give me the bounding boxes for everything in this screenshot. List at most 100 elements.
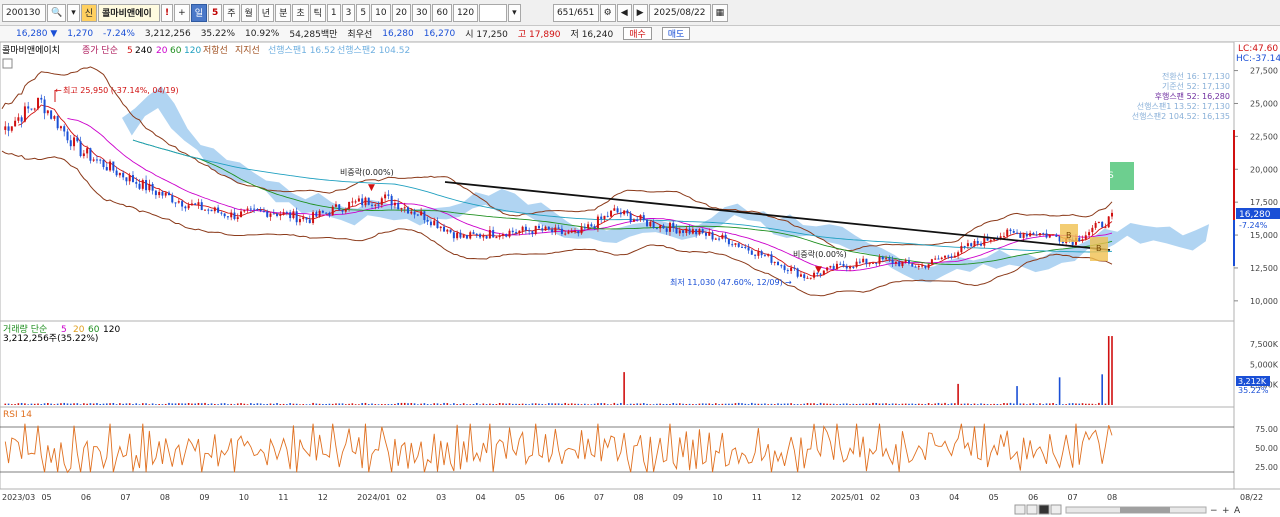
chart-options-icon[interactable]: ⚙	[599, 3, 616, 22]
volume-bar	[20, 402, 23, 405]
period-num[interactable]: 5	[207, 3, 223, 22]
interval-60[interactable]: 60	[432, 3, 452, 22]
interval-10[interactable]: 10	[371, 3, 391, 22]
custom-interval-input[interactable]	[479, 3, 508, 22]
candle-body	[213, 207, 216, 212]
volume-bar	[191, 403, 193, 405]
grid-toggle-icon[interactable]	[2, 58, 13, 69]
volume-bar	[47, 402, 49, 405]
period-month[interactable]: 월	[240, 3, 257, 22]
period-week[interactable]: 주	[223, 3, 240, 22]
candle-body	[240, 211, 243, 218]
candle-body	[757, 251, 760, 256]
data-count[interactable]: 651/651	[552, 3, 599, 22]
price-y-axis: 27,500 25,000 22,500 20,000 17,500 15,000 12,5…	[1234, 67, 1278, 306]
volume-bar	[459, 404, 462, 405]
interval-dropdown-icon[interactable]: ▾	[508, 3, 521, 22]
volume-bar	[233, 404, 236, 405]
candle-body	[521, 226, 524, 231]
candle-body	[272, 213, 275, 215]
candle-body	[279, 214, 282, 216]
volume-bar	[236, 403, 239, 405]
ma-120: 120	[184, 46, 201, 56]
alert-button[interactable]: !	[161, 3, 174, 22]
volume-bar	[210, 403, 213, 405]
volume-bar	[220, 403, 223, 405]
candle-body	[158, 191, 161, 196]
buy-button[interactable]: 매수	[623, 27, 652, 40]
volume-bar	[187, 403, 190, 405]
volume-bar	[86, 403, 88, 405]
calendar-icon[interactable]: ▦	[711, 3, 729, 22]
auto-scale-icon[interactable]: A	[1234, 506, 1241, 516]
add-button[interactable]: +	[174, 3, 190, 22]
interval-20[interactable]: 20	[391, 3, 412, 22]
volume-bar	[849, 404, 851, 405]
candle-body	[384, 194, 387, 199]
candle-body	[204, 209, 207, 211]
price-y-tick-label: 25,000	[1250, 99, 1278, 108]
volume-bar	[1035, 404, 1038, 405]
volume-bar	[688, 403, 691, 405]
zoom-in-icon[interactable]: +	[1222, 506, 1230, 516]
candle-body	[46, 110, 49, 114]
period-tick[interactable]: 틱	[309, 3, 326, 22]
candle-body	[698, 229, 701, 235]
candle-body	[449, 229, 452, 233]
stock-name[interactable]: 콜마비앤에이	[98, 3, 161, 22]
volume-bar	[541, 403, 544, 405]
interval-30[interactable]: 30	[412, 3, 432, 22]
zoom-out-icon[interactable]: −	[1210, 506, 1218, 516]
stock-chart[interactable]: 콜마비앤에이치 종가 단순 5 240 20 60 120 저항선 지지선 선행…	[0, 42, 1280, 517]
interval-3[interactable]: 3	[341, 3, 356, 22]
period-minute[interactable]: 분	[275, 3, 292, 22]
volume-bar	[1026, 404, 1028, 405]
candle-body	[531, 231, 534, 235]
volume-bar	[656, 403, 658, 405]
stop-icon[interactable]	[1038, 504, 1050, 515]
volume-bar	[708, 403, 711, 405]
scrollbar-thumb[interactable]	[1120, 507, 1170, 513]
interval-120[interactable]: 120	[452, 3, 479, 22]
candle-body	[105, 167, 108, 171]
dropdown-icon[interactable]: ▾	[67, 3, 80, 22]
candle-body	[177, 201, 180, 203]
period-year[interactable]: 년	[257, 3, 275, 22]
scroll-right-icon[interactable]: ▶	[632, 3, 648, 22]
date-input[interactable]: 2025/08/22	[648, 3, 711, 22]
candle-body	[829, 265, 832, 268]
legend-span1: 선행스팬1 13.52: 17,130	[1137, 101, 1230, 111]
volume-bar	[1104, 403, 1107, 405]
candle-body	[868, 263, 871, 265]
x-axis-label: 2024/01	[357, 493, 390, 502]
volume-bar	[669, 403, 671, 405]
candle-body	[901, 261, 904, 267]
candle-body	[953, 255, 956, 258]
candle-body	[714, 238, 717, 240]
volume-bar	[855, 403, 858, 405]
volume-bar	[479, 404, 481, 405]
scroll-left-icon[interactable]: ◀	[616, 3, 632, 22]
volume-bar	[911, 403, 914, 405]
candle-body	[407, 207, 410, 214]
candle-body	[354, 201, 357, 203]
interval-1[interactable]: 1	[326, 3, 341, 22]
sell-button[interactable]: 매도	[661, 27, 691, 40]
candle-body	[626, 210, 629, 214]
stock-code-input[interactable]: 200130	[2, 3, 46, 22]
search-icon[interactable]: 🔍	[47, 3, 67, 22]
interval-5[interactable]: 5	[356, 3, 371, 22]
candle-body	[174, 202, 177, 204]
period-second[interactable]: 초	[292, 3, 309, 22]
candle-body	[413, 211, 416, 215]
scroll-prev-icon[interactable]	[1026, 504, 1038, 515]
scroll-next-icon[interactable]	[1050, 504, 1062, 515]
volume-bar	[145, 403, 147, 405]
candle-body	[115, 170, 118, 176]
period-day-button[interactable]: 일	[190, 3, 207, 22]
scroll-first-icon[interactable]	[1014, 504, 1026, 515]
volume-bar	[502, 403, 504, 405]
candle-body	[148, 183, 151, 191]
rsi-y-tick-label: 25.00	[1255, 463, 1278, 472]
candle-body	[469, 232, 472, 239]
